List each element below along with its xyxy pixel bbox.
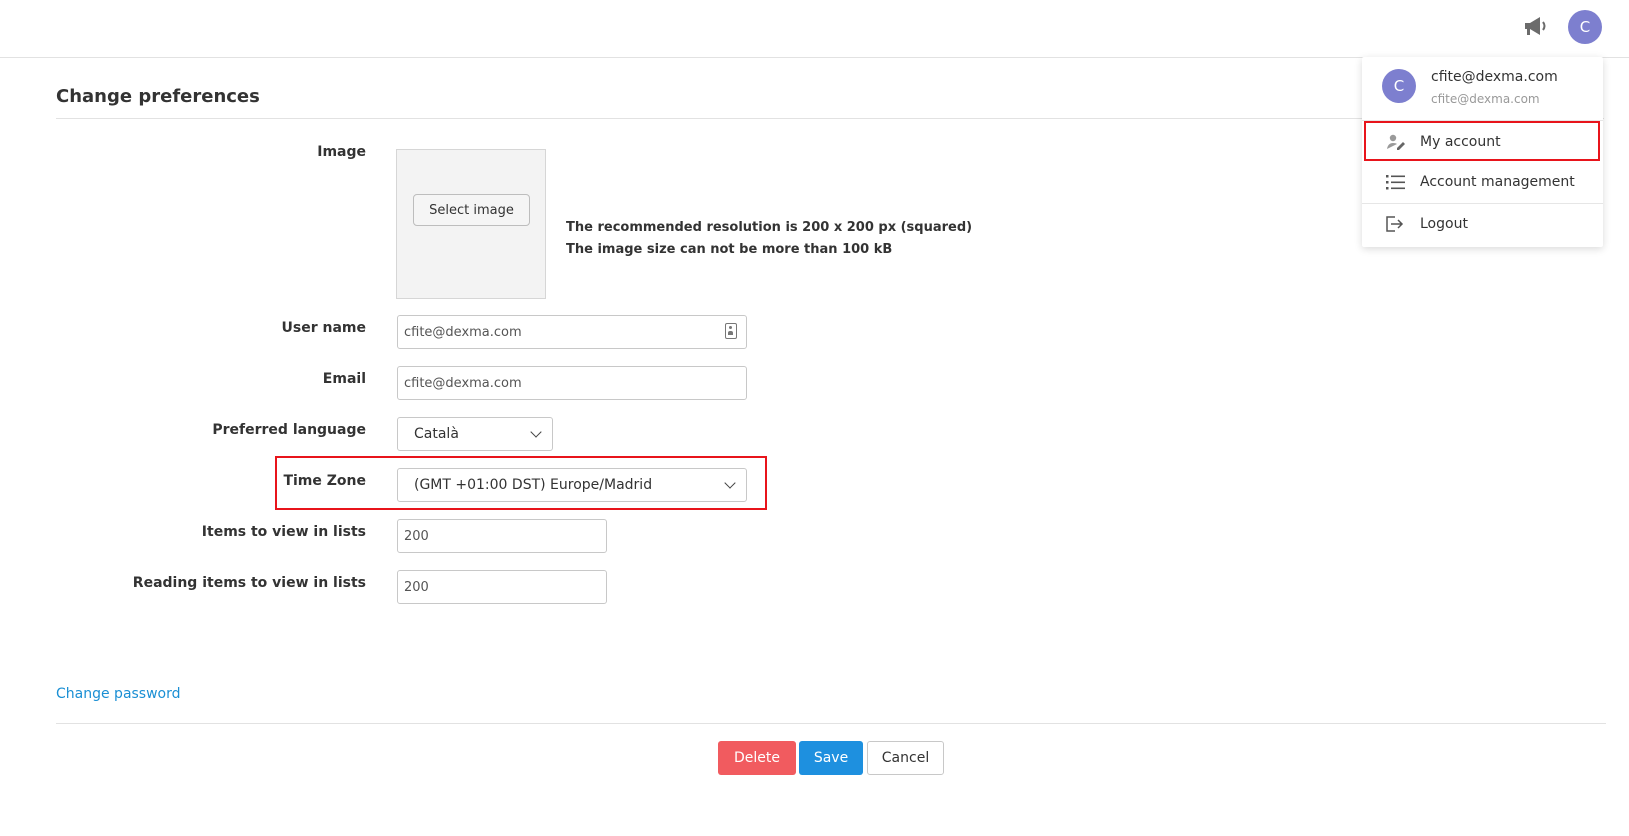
megaphone-icon[interactable] — [1522, 15, 1548, 37]
logout-icon — [1386, 216, 1404, 232]
avatar-initial: C — [1393, 77, 1405, 95]
menu-item-label: Logout — [1420, 216, 1468, 232]
page-title: Change preferences — [56, 86, 260, 107]
time-zone-value: (GMT +01:00 DST) Europe/Madrid — [414, 477, 653, 493]
list-icon — [1386, 175, 1405, 190]
email-input[interactable] — [397, 366, 747, 400]
menu-item-logout[interactable]: Logout — [1362, 205, 1603, 243]
change-password-link[interactable]: Change password — [56, 686, 181, 702]
items-in-lists-label: Items to view in lists — [201, 524, 366, 540]
time-zone-select[interactable]: (GMT +01:00 DST) Europe/Madrid — [397, 468, 747, 502]
account-menu-avatar: C — [1382, 69, 1416, 103]
chevron-down-icon — [724, 477, 736, 489]
delete-button[interactable]: Delete — [718, 741, 796, 775]
menu-item-label: Account management — [1420, 174, 1575, 190]
footer-divider — [56, 723, 1606, 724]
user-name-label: User name — [281, 320, 366, 336]
time-zone-label: Time Zone — [283, 473, 366, 489]
cancel-button[interactable]: Cancel — [867, 741, 944, 775]
select-image-button[interactable]: Select image — [413, 194, 530, 226]
image-size-hint: The image size can not be more than 100 … — [566, 242, 893, 257]
account-menu-divider — [1362, 203, 1603, 204]
account-menu: C cfite@dexma.com cfite@dexma.com My acc… — [1362, 57, 1603, 247]
reading-items-in-lists-label: Reading items to view in lists — [132, 575, 366, 591]
save-button[interactable]: Save — [799, 741, 863, 775]
items-in-lists-input[interactable] — [397, 519, 607, 553]
email-label: Email — [322, 371, 366, 387]
chevron-down-icon — [530, 426, 542, 438]
preferred-language-value: Català — [414, 426, 459, 442]
reading-items-in-lists-input[interactable] — [397, 570, 607, 604]
contact-card-icon — [725, 323, 737, 339]
image-resolution-hint: The recommended resolution is 200 x 200 … — [566, 220, 973, 235]
avatar-initial: C — [1579, 18, 1591, 36]
account-menu-user-name: cfite@dexma.com — [1431, 69, 1558, 85]
user-name-input[interactable] — [397, 315, 747, 349]
top-bar: C — [0, 0, 1629, 58]
account-menu-user-email: cfite@dexma.com — [1431, 92, 1540, 106]
image-label: Image — [317, 144, 366, 160]
preferred-language-label: Preferred language — [212, 422, 366, 438]
image-preview: Select image — [396, 149, 546, 299]
user-avatar-button[interactable]: C — [1568, 10, 1602, 44]
preferred-language-select[interactable]: Català — [397, 417, 553, 451]
menu-item-account-management[interactable]: Account management — [1362, 163, 1603, 201]
my-account-highlight — [1364, 121, 1600, 161]
